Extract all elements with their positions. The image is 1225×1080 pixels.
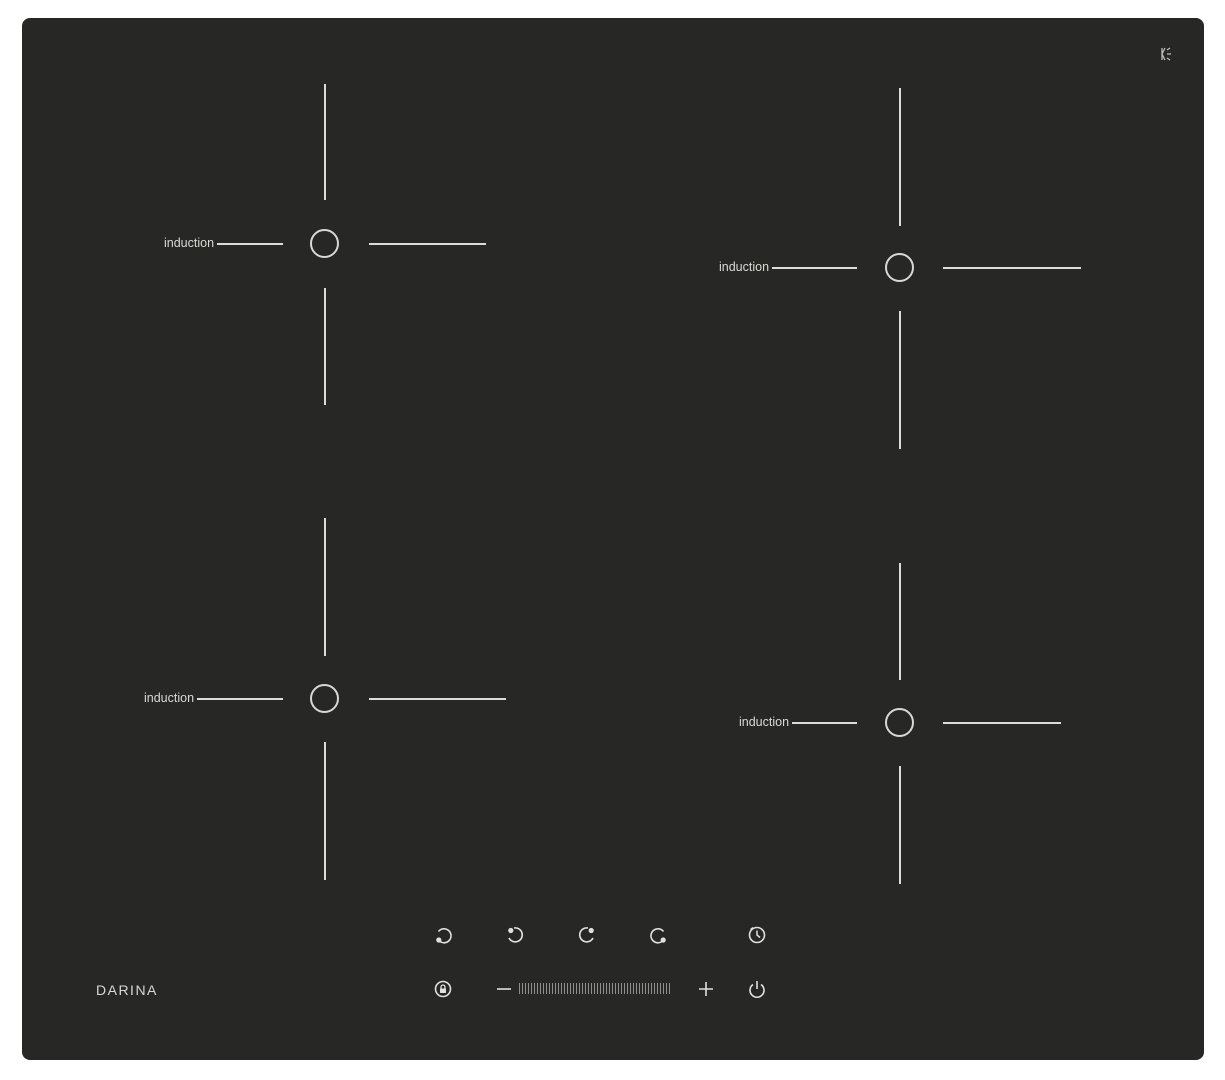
zone-marker-line-left — [217, 243, 283, 245]
zone-marker-line-right — [369, 698, 506, 700]
zone-marker-line-bottom — [324, 742, 326, 880]
minus-icon[interactable] — [496, 977, 512, 1001]
zone-marker-line-top — [899, 563, 901, 680]
zone-marker-line-left — [197, 698, 283, 700]
zone-label: induction — [144, 691, 195, 705]
certification-mark-icon — [1158, 46, 1174, 62]
zone-marker-line-top — [899, 88, 901, 226]
zone-label: induction — [739, 715, 790, 729]
zone-marker-line-bottom — [324, 288, 326, 405]
zone-marker-line-bottom — [899, 311, 901, 449]
plus-icon[interactable] — [698, 977, 714, 1001]
zone-marker-line-right — [943, 722, 1061, 724]
zone-marker-line-bottom — [899, 766, 901, 884]
brand-logo: DARINA — [96, 982, 158, 998]
slider-track[interactable] — [519, 983, 670, 994]
zone-label: induction — [164, 236, 215, 250]
zone-center-ring[interactable] — [310, 229, 339, 258]
zone-center-ring[interactable] — [885, 708, 914, 737]
zone-front-right-icon[interactable] — [575, 923, 599, 947]
zone-marker-line-top — [324, 518, 326, 656]
power-level-slider[interactable] — [496, 977, 716, 1001]
zone-marker-line-right — [369, 243, 486, 245]
zone-rear-right-icon[interactable] — [647, 923, 671, 947]
power-icon[interactable] — [745, 977, 769, 1001]
zone-marker-line-left — [772, 267, 857, 269]
zone-marker-line-left — [792, 722, 857, 724]
lock-icon[interactable] — [431, 977, 455, 1001]
zone-rear-left-icon[interactable] — [431, 923, 455, 947]
zone-label: induction — [719, 260, 770, 274]
cooktop-glass-panel: induction induction induction induction — [22, 18, 1204, 1060]
zone-center-ring[interactable] — [885, 253, 914, 282]
zone-front-left-icon[interactable] — [503, 923, 527, 947]
zone-center-ring[interactable] — [310, 684, 339, 713]
zone-marker-line-right — [943, 267, 1081, 269]
zone-marker-line-top — [324, 84, 326, 200]
timer-icon[interactable] — [745, 923, 769, 947]
